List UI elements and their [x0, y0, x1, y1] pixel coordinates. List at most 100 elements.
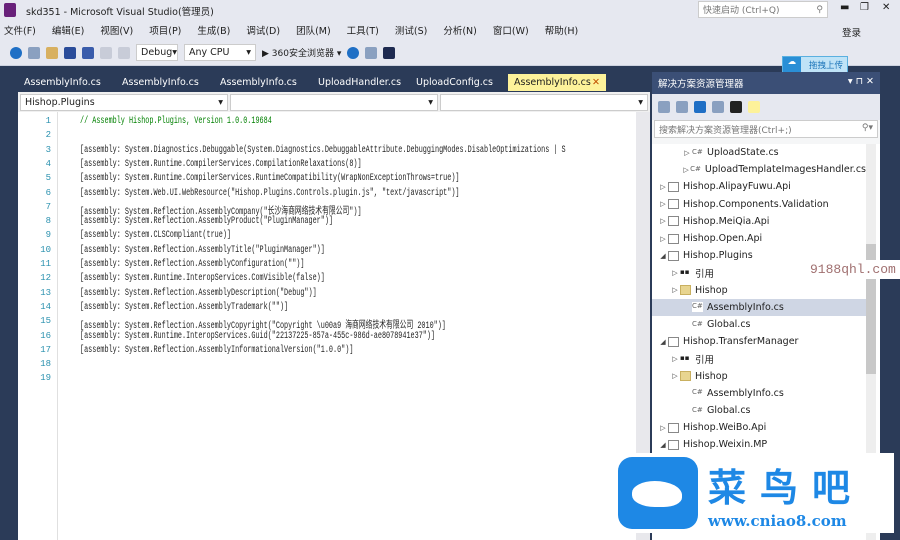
solution-explorer-header: 解决方案资源管理器 ▾ ⊓ ✕	[652, 72, 880, 94]
expand-arrow-icon[interactable]: ▷	[682, 149, 692, 157]
close-tab-icon[interactable]: ✕	[592, 77, 600, 88]
menu-team[interactable]: 团队(M)	[296, 23, 331, 37]
refresh-icon[interactable]	[347, 46, 360, 59]
expand-arrow-icon[interactable]: ▷	[670, 269, 680, 277]
tree-item-label: Hishop.Components.Validation	[683, 198, 829, 210]
config-select[interactable]: Debug ▾	[136, 44, 178, 61]
tree-item[interactable]: ▷ Hishop.WeiBo.Api	[652, 419, 866, 436]
sync-icon[interactable]	[676, 101, 688, 113]
line-numbers: 1 2 3 4 5 6 7 8 9 10 11 12 13 14 15 16 17 18 19	[18, 112, 58, 540]
tree-item[interactable]: ◢ Hishop.TransferManager	[652, 333, 866, 350]
folder-icon	[680, 371, 691, 382]
expand-arrow-icon[interactable]: ▷	[670, 355, 680, 363]
menu-window[interactable]: 窗口(W)	[493, 23, 529, 37]
expand-arrow-icon[interactable]: ◢	[658, 252, 668, 260]
tab-assemblyinfo-1[interactable]: AssemblyInfo.cs	[18, 74, 116, 91]
expand-arrow-icon[interactable]: ▷	[658, 235, 668, 243]
expand-arrow-icon[interactable]: ▷	[670, 286, 680, 294]
save-icon[interactable]	[64, 46, 76, 59]
menu-edit[interactable]: 编辑(E)	[52, 23, 84, 37]
back-icon[interactable]	[10, 46, 22, 59]
project-select[interactable]: Hishop.Plugins ▾	[20, 94, 228, 111]
comment-icon[interactable]	[365, 46, 378, 59]
expand-arrow-icon[interactable]: ▷	[658, 424, 668, 432]
bird-logo-icon	[618, 457, 698, 529]
save-all-icon[interactable]	[82, 46, 94, 59]
code-editor[interactable]: 1 2 3 4 5 6 7 8 9 10 11 12 13 14 15 16 17 18 19 // Assembl…	[18, 112, 650, 540]
collapse-icon[interactable]	[712, 101, 724, 113]
tree-item[interactable]: ▷ Hishop	[652, 368, 866, 385]
tab-uploadconfig[interactable]: UploadConfig.cs	[410, 74, 508, 91]
menu-analyze[interactable]: 分析(N)	[443, 23, 477, 37]
cs-icon: C#	[692, 319, 703, 330]
platform-select[interactable]: Any CPU ▾	[184, 44, 256, 61]
refresh-icon[interactable]	[694, 101, 706, 113]
expand-arrow-icon[interactable]: ◢	[658, 338, 668, 346]
restore-button[interactable]: ❐	[860, 2, 869, 13]
tree-item[interactable]: C# AssemblyInfo.cs	[652, 298, 866, 316]
tree-item[interactable]: ▷ Hishop.Components.Validation	[652, 196, 866, 213]
line-number: 16	[40, 330, 51, 341]
login-link[interactable]: 登录	[842, 25, 861, 39]
expand-arrow-icon[interactable]: ▷	[682, 166, 690, 174]
expand-arrow-icon[interactable]: ▷	[658, 183, 668, 191]
expand-arrow-icon[interactable]: ▷	[658, 217, 668, 225]
properties-icon[interactable]	[730, 101, 742, 113]
minimize-button[interactable]: ▬	[840, 2, 849, 13]
tab-assemblyinfo-3[interactable]: AssemblyInfo.cs	[214, 74, 312, 91]
search-icon: ⚲▾	[861, 123, 873, 133]
menu-debug[interactable]: 调试(D)	[246, 23, 280, 37]
start-button[interactable]: ▶ 360安全浏览器 ▾	[262, 46, 341, 59]
tab-assemblyinfo-active[interactable]: AssemblyInfo.cs ✕	[508, 73, 606, 91]
redo-icon[interactable]	[118, 46, 130, 59]
tab-assemblyinfo-2[interactable]: AssemblyInfo.cs	[116, 74, 214, 91]
toolbox-strip[interactable]	[0, 72, 18, 540]
tree-item[interactable]: C# Global.cs	[652, 316, 866, 333]
expand-arrow-icon[interactable]: ◢	[658, 441, 668, 449]
open-icon[interactable]	[46, 46, 58, 59]
menu-build[interactable]: 生成(B)	[197, 23, 230, 37]
line-number: 1	[45, 116, 51, 126]
bookmark-icon[interactable]	[383, 46, 396, 59]
proj-icon	[668, 233, 679, 244]
expand-arrow-icon[interactable]: ▷	[670, 372, 680, 380]
new-project-icon[interactable]	[28, 46, 40, 59]
quick-launch-input[interactable]: 快速启动 (Ctrl+Q) ⚲	[698, 1, 828, 18]
tree-item[interactable]: ▷ C# UploadState.cs	[652, 144, 866, 161]
tree-item[interactable]: C# Global.cs	[652, 402, 866, 419]
navigation-bar: Hishop.Plugins ▾ ▾ ▾	[18, 92, 650, 112]
type-select[interactable]: ▾	[230, 94, 438, 111]
tab-uploadhandler[interactable]: UploadHandler.cs	[312, 74, 410, 91]
brand-url: www.cniao8.com	[708, 511, 847, 530]
home-icon[interactable]	[658, 101, 670, 113]
tree-item[interactable]: ▷ Hishop	[652, 282, 866, 299]
ref-icon: ▪▪	[680, 353, 691, 364]
menu-view[interactable]: 视图(V)	[100, 23, 133, 37]
proj-icon	[668, 336, 679, 347]
menu-file[interactable]: 文件(F)	[4, 23, 36, 37]
preview-icon[interactable]	[748, 101, 760, 113]
tree-item[interactable]: ▷ Hishop.Open.Api	[652, 230, 866, 247]
cs-icon: C#	[690, 164, 701, 175]
tree-item[interactable]: ▷ Hishop.AlipayFuwu.Api	[652, 178, 866, 195]
close-panel-icon[interactable]: ▾ ⊓ ✕	[848, 76, 874, 90]
menu-test[interactable]: 测试(S)	[395, 23, 427, 37]
proj-icon	[668, 422, 679, 433]
tree-item[interactable]: ◢ Hishop.Weixin.MP	[652, 436, 866, 453]
tree-item[interactable]: ▷ Hishop.MeiQia.Api	[652, 213, 866, 230]
code-line: [assembly: System.Reflection.AssemblyDes…	[80, 287, 317, 299]
tree-item[interactable]: ▷ ▪▪ 引用	[652, 350, 866, 367]
tree-item[interactable]: ▷ C# UploadTemplateImagesHandler.cs	[652, 161, 866, 178]
expand-arrow-icon[interactable]: ▷	[658, 200, 668, 208]
menu-tools[interactable]: 工具(T)	[347, 23, 379, 37]
menu-project[interactable]: 项目(P)	[149, 23, 181, 37]
line-number: 9	[45, 230, 51, 241]
member-select[interactable]: ▾	[440, 94, 648, 111]
tree-item[interactable]: C# AssemblyInfo.cs	[652, 385, 866, 402]
close-button[interactable]: ✕	[882, 2, 890, 13]
proj-icon	[668, 181, 679, 192]
folder-icon	[680, 285, 691, 296]
menu-help[interactable]: 帮助(H)	[545, 23, 579, 37]
undo-icon[interactable]	[100, 46, 112, 59]
solution-search-input[interactable]: 搜索解决方案资源管理器(Ctrl+;) ⚲▾	[654, 120, 878, 138]
